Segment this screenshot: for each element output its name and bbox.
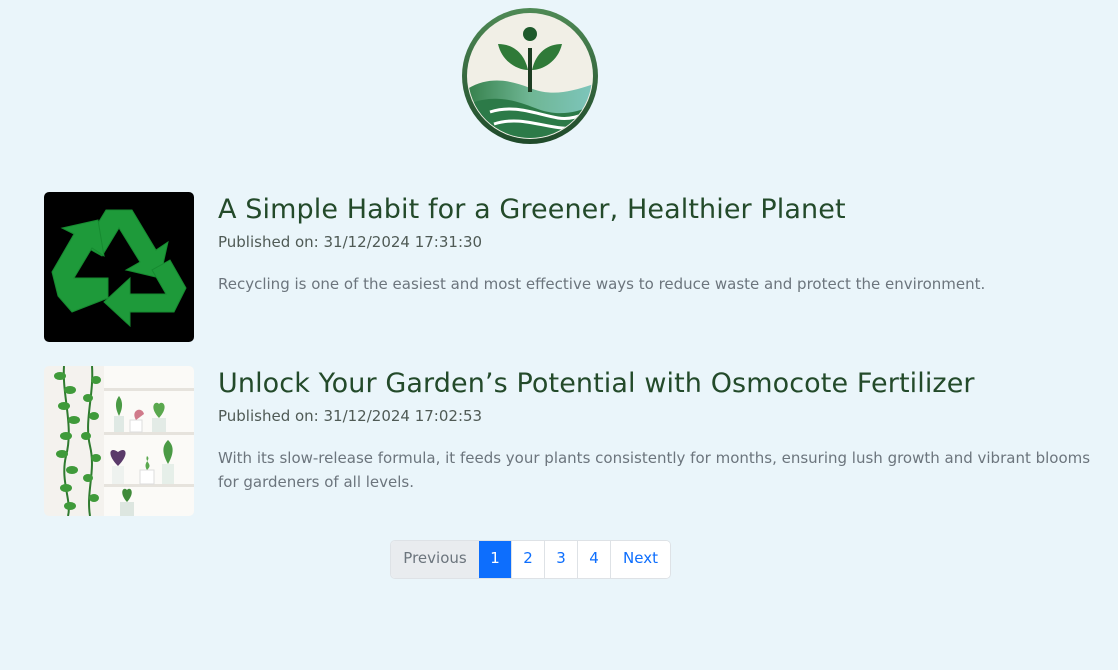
post-thumbnail[interactable] [44, 366, 194, 516]
post-date: Published on: 31/12/2024 17:31:30 [218, 233, 483, 251]
pagination-page-4[interactable]: 4 [577, 541, 610, 578]
site-logo[interactable] [460, 8, 600, 144]
pagination-previous-button[interactable]: Previous [391, 541, 479, 578]
pagination-page-3[interactable]: 3 [544, 541, 577, 578]
blog-post-card: A Simple Habit for a Greener, Healthier … [44, 192, 1104, 342]
post-excerpt: With its slow-release formula, it feeds … [218, 449, 1091, 491]
pagination: Previous 1 2 3 4 Next [390, 540, 671, 579]
pagination-page-2[interactable]: 2 [511, 541, 544, 578]
post-body: Unlock Your Garden’s Potential with Osmo… [218, 366, 1104, 494]
houseplants-shelf-image [44, 366, 194, 516]
pagination-next-button[interactable]: Next [610, 541, 670, 578]
post-thumbnail[interactable] [44, 192, 194, 342]
blog-post-card: Unlock Your Garden’s Potential with Osmo… [44, 366, 1104, 516]
post-excerpt: Recycling is one of the easiest and most… [218, 275, 986, 293]
post-body: A Simple Habit for a Greener, Healthier … [218, 192, 1104, 296]
recycle-icon [44, 192, 194, 342]
pagination-page-1[interactable]: 1 [479, 541, 511, 578]
sprout-logo-icon [462, 8, 598, 144]
post-title-link[interactable]: A Simple Habit for a Greener, Healthier … [218, 192, 1104, 226]
post-title-link[interactable]: Unlock Your Garden’s Potential with Osmo… [218, 366, 1104, 400]
post-date: Published on: 31/12/2024 17:02:53 [218, 407, 483, 425]
